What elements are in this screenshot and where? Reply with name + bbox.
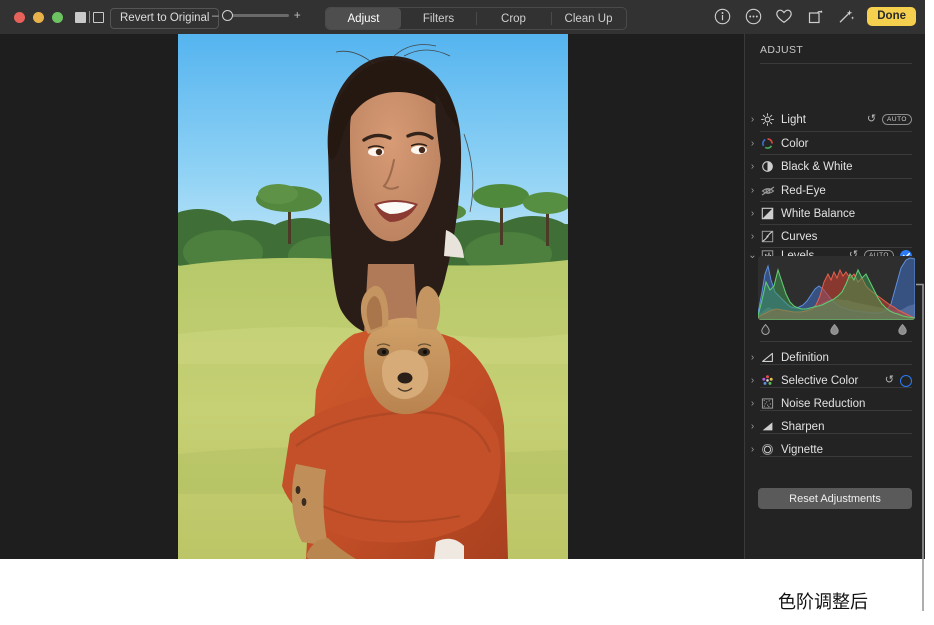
sidebar-item-label: Black & White bbox=[781, 161, 853, 173]
row-controls: ↺ AUTO bbox=[867, 114, 925, 125]
sidebar-item-label: Noise Reduction bbox=[781, 398, 865, 410]
divider bbox=[760, 63, 912, 64]
tab-adjust[interactable]: Adjust bbox=[326, 8, 401, 29]
selective-color-checkbox[interactable] bbox=[900, 375, 912, 387]
photo-canvas bbox=[0, 34, 744, 559]
reset-icon[interactable]: ↺ bbox=[867, 114, 876, 125]
callout-bracket bbox=[915, 283, 934, 613]
sidebar-heading: ADJUST bbox=[760, 44, 803, 56]
divider bbox=[760, 364, 912, 365]
brightness-icon bbox=[760, 112, 775, 127]
tab-filters[interactable]: Filters bbox=[401, 8, 476, 29]
sidebar-item-label: Sharpen bbox=[781, 421, 824, 433]
white-balance-icon bbox=[760, 206, 775, 221]
sidebar-item-vignette[interactable]: › Vignette bbox=[745, 438, 925, 461]
curves-icon bbox=[760, 229, 775, 244]
rotate-icon[interactable] bbox=[805, 6, 825, 26]
zoom-out-icon[interactable]: – bbox=[212, 9, 219, 21]
divider bbox=[760, 410, 912, 411]
screenshot-root: Revert to Original – + Adjust Filters Cr… bbox=[0, 0, 934, 625]
minimize-button[interactable] bbox=[33, 12, 44, 23]
levels-midpoint-handle[interactable] bbox=[830, 322, 839, 333]
favorite-heart-icon[interactable] bbox=[774, 6, 794, 26]
divider bbox=[760, 433, 912, 434]
chevron-right-icon[interactable]: › bbox=[745, 186, 760, 196]
sharpen-icon bbox=[760, 419, 775, 434]
chevron-right-icon[interactable]: › bbox=[745, 376, 760, 386]
outline-square-icon bbox=[93, 12, 104, 23]
chevron-right-icon[interactable]: › bbox=[745, 115, 760, 125]
zoom-in-icon[interactable]: + bbox=[294, 9, 301, 21]
chevron-right-icon[interactable]: › bbox=[745, 445, 760, 455]
sidebar-item-label: White Balance bbox=[781, 208, 855, 220]
auto-button[interactable]: AUTO bbox=[882, 114, 912, 125]
divider bbox=[760, 341, 912, 342]
color-wheel-icon bbox=[760, 136, 775, 151]
divider bbox=[760, 387, 912, 388]
divider bbox=[760, 456, 912, 457]
sidebar-item-label: Color bbox=[781, 138, 808, 150]
chevron-right-icon[interactable]: › bbox=[745, 232, 760, 242]
levels-black-point-handle[interactable] bbox=[761, 322, 770, 333]
sidebar-item-label: Curves bbox=[781, 231, 817, 243]
revert-to-original-button[interactable]: Revert to Original bbox=[110, 8, 219, 29]
edit-mode-segmented-control: Adjust Filters Crop Clean Up bbox=[325, 7, 627, 30]
chevron-right-icon[interactable]: › bbox=[745, 353, 760, 363]
editor-toolbar: Revert to Original – + Adjust Filters Cr… bbox=[0, 0, 925, 35]
tab-crop[interactable]: Crop bbox=[476, 8, 551, 29]
annotation-caption: 色阶调整后 bbox=[778, 588, 868, 614]
zoom-slider-track[interactable] bbox=[224, 14, 289, 17]
red-eye-icon bbox=[760, 183, 775, 198]
more-options-icon[interactable] bbox=[743, 6, 763, 26]
maximize-button[interactable] bbox=[52, 12, 63, 23]
reset-adjustments-button[interactable]: Reset Adjustments bbox=[758, 488, 912, 509]
chevron-right-icon[interactable]: › bbox=[745, 162, 760, 172]
levels-white-point-handle[interactable] bbox=[898, 322, 907, 333]
zoom-slider-knob[interactable] bbox=[222, 10, 233, 21]
sidebar-item-color[interactable]: › Color bbox=[745, 132, 925, 155]
done-button[interactable]: Done bbox=[867, 7, 916, 26]
zoom-slider-control[interactable]: – + bbox=[212, 9, 301, 21]
sidebar-item-white-balance[interactable]: › White Balance bbox=[745, 202, 925, 225]
definition-icon bbox=[760, 350, 775, 365]
sidebar-item-label: Red-Eye bbox=[781, 185, 826, 197]
levels-slider-track[interactable] bbox=[758, 322, 915, 334]
sidebar-item-label: Selective Color bbox=[781, 375, 858, 387]
auto-enhance-wand-icon[interactable] bbox=[836, 6, 856, 26]
close-button[interactable] bbox=[14, 12, 25, 23]
chevron-right-icon[interactable]: › bbox=[745, 209, 760, 219]
divider bbox=[89, 11, 90, 23]
info-icon[interactable] bbox=[712, 6, 732, 26]
edited-photo[interactable] bbox=[178, 34, 568, 559]
noise-reduction-icon bbox=[760, 396, 775, 411]
chevron-right-icon[interactable]: › bbox=[745, 139, 760, 149]
sidebar-item-label: Light bbox=[781, 114, 806, 126]
vignette-icon bbox=[760, 442, 775, 457]
tab-clean-up[interactable]: Clean Up bbox=[551, 8, 626, 29]
toolbar-right-group: Done bbox=[712, 6, 916, 26]
selective-color-icon bbox=[760, 373, 775, 388]
chevron-right-icon[interactable]: › bbox=[745, 422, 760, 432]
sidebar-item-sharpen[interactable]: › Sharpen bbox=[745, 415, 925, 438]
contrast-circle-icon bbox=[760, 159, 775, 174]
adjust-sidebar-lower: › Definition › bbox=[745, 375, 925, 559]
sidebar-item-label: Definition bbox=[781, 352, 829, 364]
chevron-right-icon[interactable]: › bbox=[745, 399, 760, 409]
sidebar-item-definition[interactable]: › Definition bbox=[745, 346, 925, 369]
sidebar-item-black-and-white[interactable]: › Black & White bbox=[745, 155, 925, 178]
sidebar-item-red-eye[interactable]: › Red-Eye bbox=[745, 179, 925, 202]
sidebar-item-noise-reduction[interactable]: › Noise Reduction bbox=[745, 392, 925, 415]
reset-icon[interactable]: ↺ bbox=[885, 375, 894, 386]
view-mode-toggle[interactable] bbox=[75, 11, 104, 23]
sidebar-item-selective-color[interactable]: › Selective Color ↺ bbox=[745, 369, 925, 392]
sidebar-item-light[interactable]: › Light ↺ AUTO bbox=[745, 108, 925, 131]
filled-square-icon bbox=[75, 12, 86, 23]
histogram-svg bbox=[758, 256, 915, 320]
levels-histogram[interactable] bbox=[758, 256, 915, 320]
photos-editor-window: Revert to Original – + Adjust Filters Cr… bbox=[0, 0, 925, 559]
sidebar-item-label: Vignette bbox=[781, 444, 823, 456]
window-controls bbox=[14, 12, 63, 23]
